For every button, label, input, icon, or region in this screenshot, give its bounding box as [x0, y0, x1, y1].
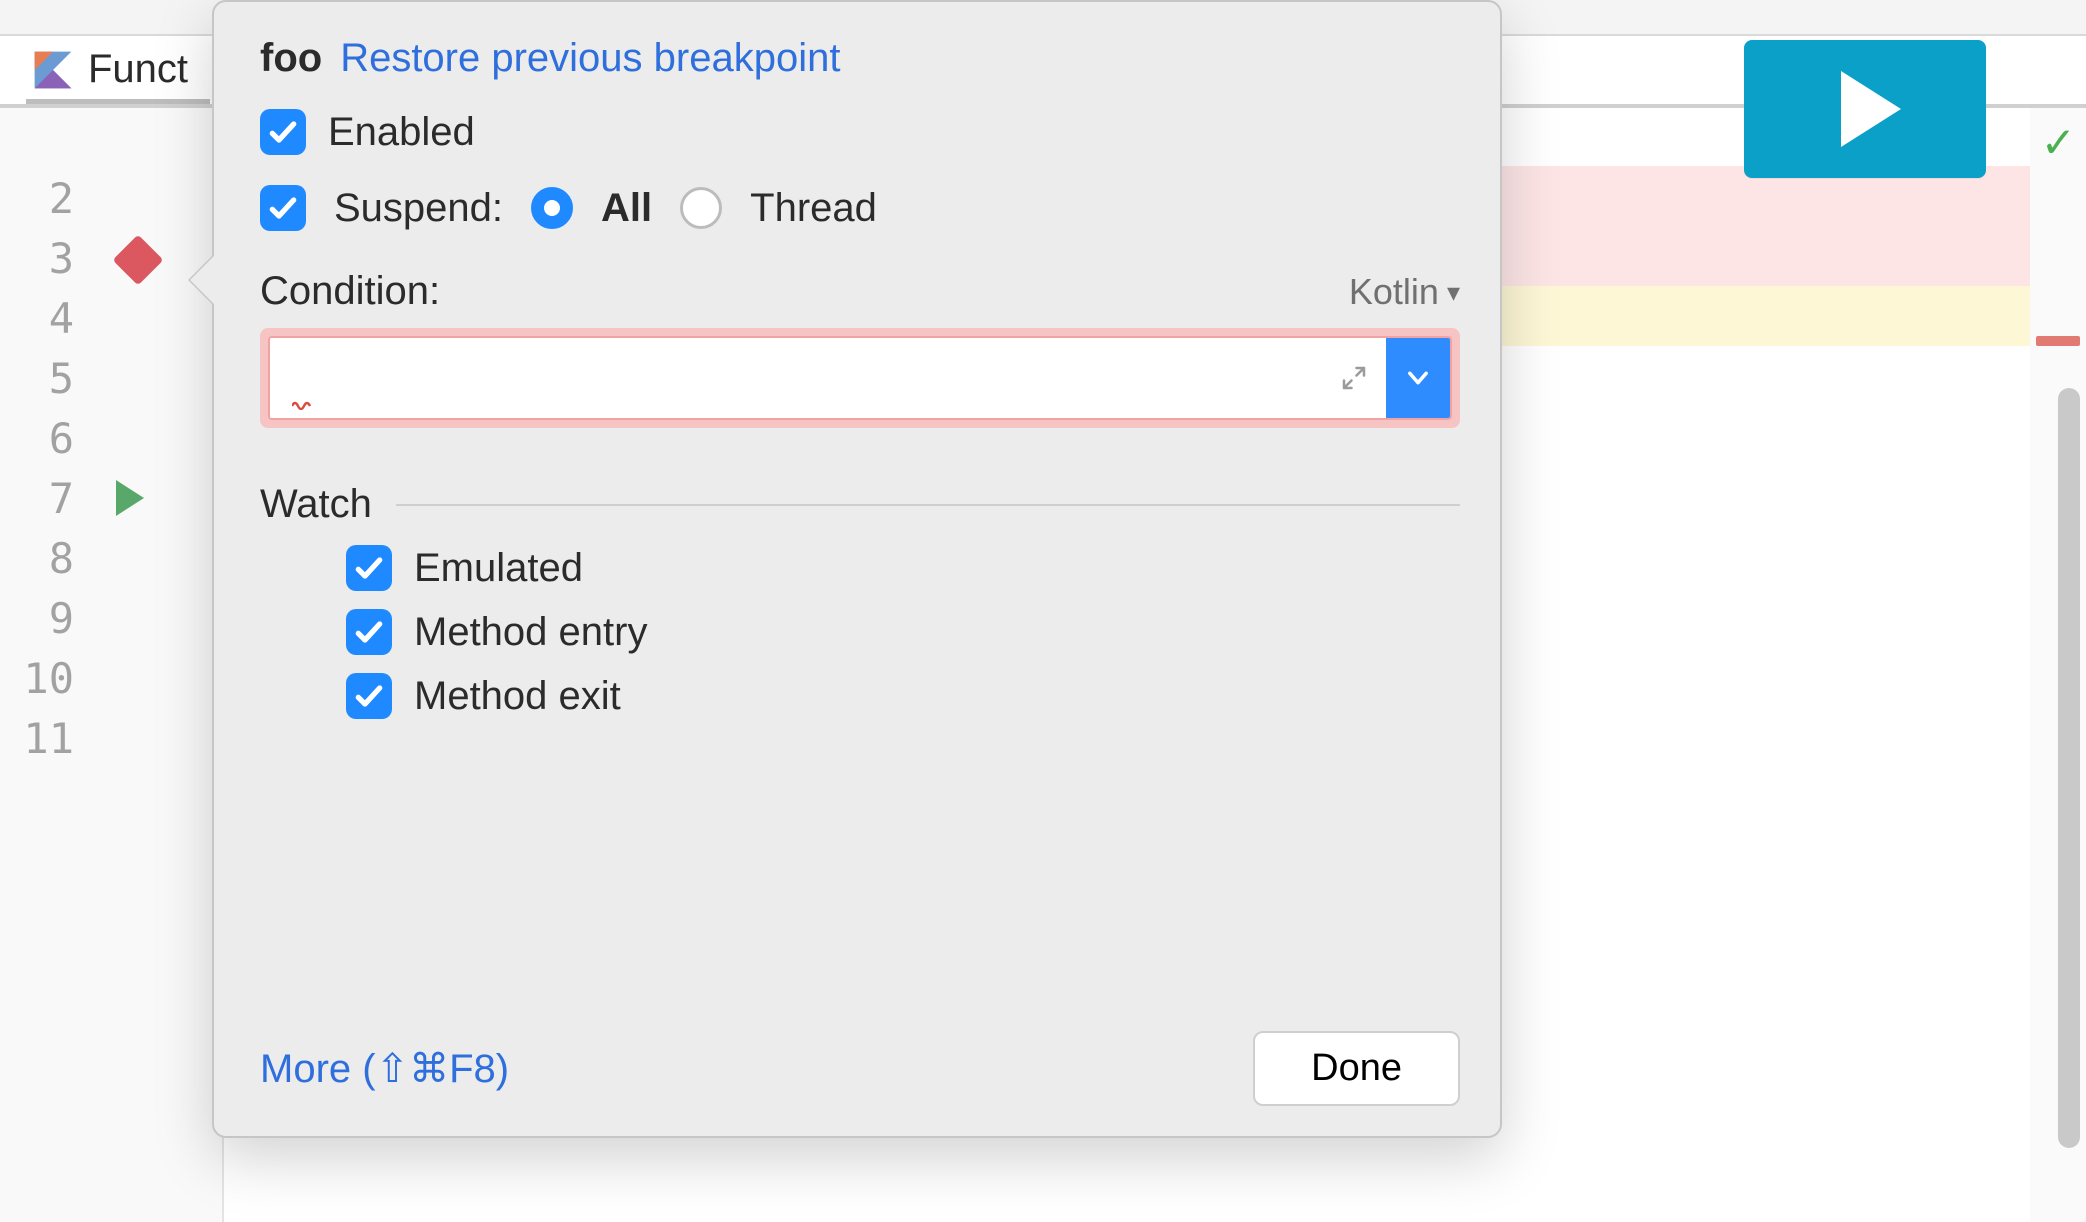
condition-language-dropdown[interactable]: Kotlin ▾ — [1349, 271, 1460, 313]
done-button[interactable]: Done — [1253, 1031, 1460, 1106]
suspend-all-label: All — [601, 186, 652, 231]
popover-pointer — [190, 254, 216, 306]
run-button[interactable] — [1744, 40, 1986, 178]
play-icon — [1841, 71, 1901, 147]
watch-method-entry-label: Method entry — [414, 610, 647, 655]
file-tab[interactable]: Funct — [26, 40, 210, 104]
condition-language-value: Kotlin — [1349, 271, 1439, 313]
line-number: 10 — [18, 654, 74, 703]
condition-field-highlight — [260, 328, 1460, 428]
watch-method-entry-checkbox[interactable] — [346, 609, 392, 655]
watch-section-title: Watch — [260, 482, 372, 527]
watch-emulated-label: Emulated — [414, 546, 583, 591]
expand-icon[interactable] — [1322, 338, 1386, 418]
more-link[interactable]: More (⇧⌘F8) — [260, 1046, 509, 1092]
enabled-label: Enabled — [328, 110, 475, 155]
line-number: 6 — [18, 414, 74, 463]
line-number: 9 — [18, 594, 74, 643]
status-ok-icon: ✓ — [2041, 118, 2076, 167]
watch-method-exit-checkbox[interactable] — [346, 673, 392, 719]
watch-emulated-checkbox[interactable] — [346, 545, 392, 591]
breakpoint-title: foo — [260, 36, 322, 81]
breakpoint-icon[interactable] — [113, 235, 164, 286]
caret-down-icon: ▾ — [1447, 277, 1460, 308]
suspend-all-radio[interactable] — [531, 187, 573, 229]
suspend-checkbox[interactable] — [260, 185, 306, 231]
line-number: 5 — [18, 354, 74, 403]
line-number: 4 — [18, 294, 74, 343]
ruler-mark[interactable] — [2036, 336, 2080, 346]
scrollbar-thumb[interactable] — [2058, 388, 2080, 1148]
suspend-thread-label: Thread — [750, 186, 877, 231]
section-divider — [396, 504, 1460, 506]
run-gutter-icon[interactable] — [116, 480, 144, 516]
condition-history-dropdown[interactable] — [1386, 338, 1450, 418]
suspend-label: Suspend: — [334, 186, 503, 231]
condition-input[interactable] — [270, 338, 1322, 418]
breakpoint-popover: foo Restore previous breakpoint Enabled … — [212, 0, 1502, 1138]
enabled-checkbox[interactable] — [260, 109, 306, 155]
condition-label: Condition: — [260, 269, 440, 314]
line-number: 8 — [18, 534, 74, 583]
line-number: 3 — [18, 234, 74, 283]
line-number: 2 — [18, 174, 74, 223]
file-tab-label: Funct — [88, 47, 188, 92]
restore-previous-link[interactable]: Restore previous breakpoint — [340, 36, 840, 81]
overview-ruler: ✓ — [2030, 108, 2086, 1222]
line-number: 11 — [18, 714, 74, 763]
watch-method-exit-label: Method exit — [414, 674, 621, 719]
kotlin-file-icon — [32, 49, 74, 91]
line-number: 7 — [18, 474, 74, 523]
suspend-thread-radio[interactable] — [680, 187, 722, 229]
